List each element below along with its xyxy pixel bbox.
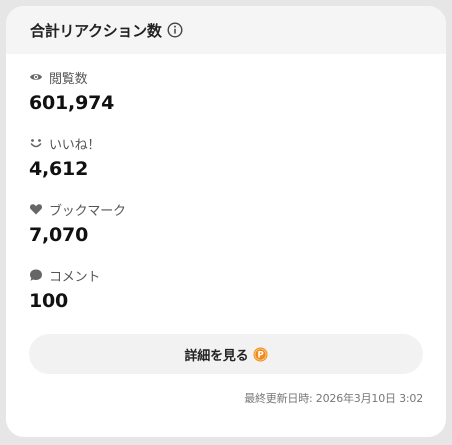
reaction-summary-card: 合計リアクション数 閲覧数 601,974 いいね！ 4,612 ブックマーク … [6,6,446,437]
comment-icon [29,268,43,282]
info-icon[interactable] [167,22,183,38]
premium-p-icon: P [253,347,268,362]
details-button-label: 詳細を見る [184,348,249,364]
card-title: 合計リアクション数 [30,21,162,40]
stat-label: 閲覧数 [49,71,88,87]
last-updated-text: 最終更新日時: 2026年3月10日 3:02 [244,392,423,405]
stat-label: コメント [49,269,101,285]
card-header: 合計リアクション数 [6,6,446,54]
eye-icon [29,70,43,84]
heart-icon [29,202,43,216]
stat-bookmarks: ブックマーク 7,070 [29,200,126,266]
stat-value: 4,612 [29,158,89,180]
stat-value: 7,070 [29,224,89,246]
svg-text:P: P [257,350,263,360]
stat-label: ブックマーク [49,203,126,219]
stats-list: 閲覧数 601,974 いいね！ 4,612 ブックマーク 7,070 コメント… [29,68,126,332]
stat-value: 100 [29,290,69,312]
stat-value: 601,974 [29,92,115,114]
stat-likes: いいね！ 4,612 [29,134,126,200]
stat-comments: コメント 100 [29,266,126,332]
stat-label: いいね！ [49,137,101,153]
view-details-button[interactable]: 詳細を見る P [29,334,423,374]
stat-views: 閲覧数 601,974 [29,68,126,134]
smile-icon [29,136,43,150]
